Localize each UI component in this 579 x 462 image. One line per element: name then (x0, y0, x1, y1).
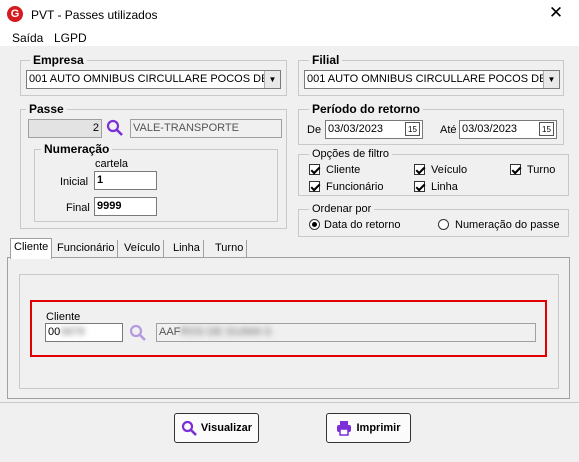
menu-lgpd[interactable]: LGPD (54, 31, 87, 45)
checkbox-turno-label: Turno (527, 164, 556, 176)
checkbox-linha-label: Linha (431, 181, 458, 193)
passe-label: Passe (26, 102, 67, 116)
passe-code-field[interactable]: 2 (28, 119, 102, 138)
cartela-label: cartela (95, 158, 129, 170)
search-icon[interactable] (129, 324, 147, 342)
search-icon (181, 420, 197, 436)
opcoes-label: Opções de filtro (309, 148, 393, 160)
checkbox-funcionario-label: Funcionário (326, 181, 384, 193)
filial-label: Filial (309, 53, 343, 67)
ordenar-label: Ordenar por (309, 203, 375, 215)
final-label: Final (66, 202, 90, 214)
imprimir-button[interactable]: Imprimir (326, 413, 411, 443)
periodo-label: Período do retorno (309, 102, 423, 116)
filial-select[interactable]: 001 AUTO OMNIBUS CIRCULLARE POCOS DE ▼ (304, 70, 560, 89)
date-from-value: 03/03/2023 (328, 123, 384, 135)
cliente-name-redacted: ROS DE GUIMA S (180, 326, 272, 338)
empresa-label: Empresa (30, 53, 87, 67)
radio-data-retorno[interactable] (309, 219, 320, 230)
cliente-code-value: 00 (48, 326, 61, 338)
tab-veiculo[interactable]: Veículo (121, 240, 165, 257)
visualizar-button[interactable]: Visualizar (174, 413, 259, 443)
chevron-down-icon[interactable]: ▼ (543, 71, 559, 88)
cliente-name-value: AAF (159, 326, 181, 338)
tab-turno[interactable]: Turno (212, 240, 248, 257)
chevron-down-icon[interactable]: ▼ (264, 71, 280, 88)
checkbox-linha[interactable] (414, 181, 425, 192)
de-label: De (307, 124, 322, 136)
cliente-label: Cliente (46, 311, 81, 323)
empresa-select[interactable]: 001 AUTO OMNIBUS CIRCULLARE POCOS DE ▼ (26, 70, 281, 89)
cliente-name-field: AAFROS DE GUIMA S (156, 323, 536, 342)
passe-description-field: VALE-TRANSPORTE (130, 119, 282, 138)
tab-cliente[interactable]: Cliente (10, 238, 53, 259)
final-input[interactable]: 9999 (94, 197, 157, 216)
checkbox-veiculo-label: Veículo (431, 164, 468, 176)
radio-numeracao-passe-label: Numeração do passe (455, 219, 560, 231)
checkbox-cliente[interactable] (309, 164, 320, 175)
visualizar-label: Visualizar (200, 422, 253, 434)
checkbox-cliente-label: Cliente (326, 164, 361, 176)
inicial-label: Inicial (60, 176, 89, 188)
filial-value: 001 AUTO OMNIBUS CIRCULLARE POCOS DE (307, 73, 547, 85)
tab-linha[interactable]: Linha (170, 240, 204, 257)
window-title: PVT - Passes utilizados (31, 8, 158, 22)
empresa-value: 001 AUTO OMNIBUS CIRCULLARE POCOS DE (29, 73, 269, 85)
cliente-code-input[interactable]: 000878 (45, 323, 123, 342)
divider (0, 402, 579, 403)
calendar-icon[interactable]: 15 (539, 122, 554, 136)
app-logo-icon: G (7, 6, 23, 22)
ate-label: Até (440, 124, 457, 136)
calendar-icon[interactable]: 15 (405, 122, 420, 136)
imprimir-label: Imprimir (356, 422, 401, 434)
tab-funcionario[interactable]: Funcionário (54, 240, 119, 257)
menu-saida[interactable]: Saída (12, 31, 43, 45)
checkbox-funcionario[interactable] (309, 181, 320, 192)
checkbox-turno[interactable] (510, 164, 521, 175)
date-to-value: 03/03/2023 (462, 123, 518, 135)
printer-icon (337, 421, 352, 436)
inicial-input[interactable]: 1 (94, 171, 157, 190)
search-icon[interactable] (106, 119, 124, 137)
numeracao-label: Numeração (41, 142, 113, 156)
close-icon[interactable]: ✕ (546, 3, 566, 23)
radio-data-retorno-label: Data do retorno (324, 219, 401, 231)
checkbox-veiculo[interactable] (414, 164, 425, 175)
radio-numeracao-passe[interactable] (438, 219, 449, 230)
cliente-code-redacted: 0878 (60, 326, 85, 338)
